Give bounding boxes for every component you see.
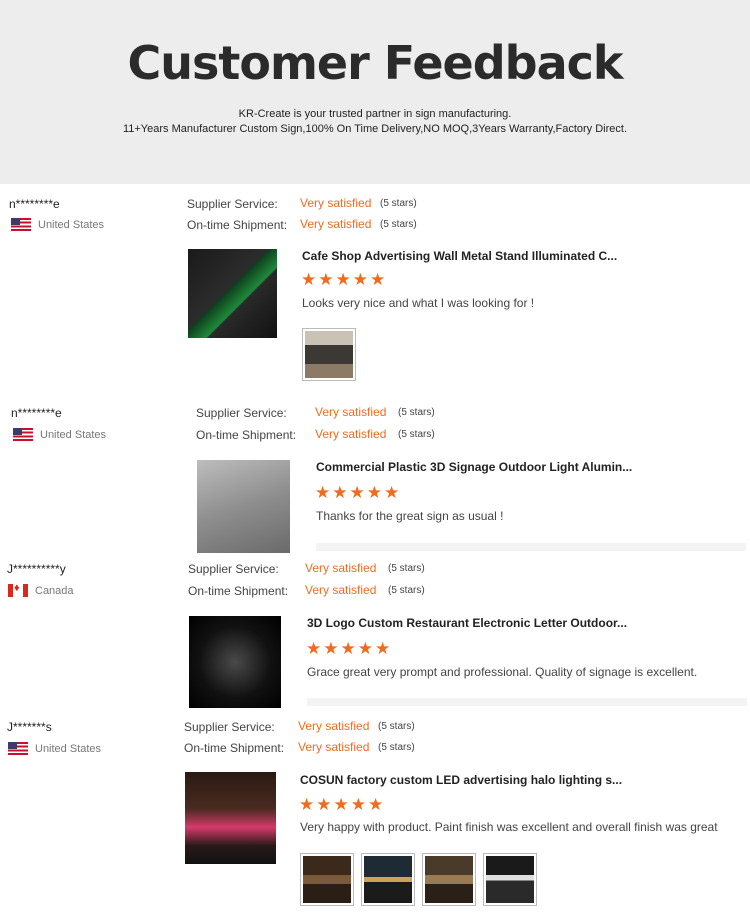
shipment-stars: (5 stars) bbox=[378, 742, 415, 753]
shipment-stars: (5 stars) bbox=[398, 429, 435, 440]
reviewer-country: United States bbox=[11, 218, 104, 231]
review-card: n********e United States Supplier Servic… bbox=[0, 396, 750, 554]
supplier-service-stars: (5 stars) bbox=[380, 198, 417, 209]
star-rating: ★★★★★ bbox=[306, 639, 393, 658]
review-comment: Looks very nice and what I was looking f… bbox=[302, 296, 535, 310]
shipment-stars: (5 stars) bbox=[388, 585, 425, 596]
product-title[interactable]: 3D Logo Custom Restaurant Electronic Let… bbox=[307, 616, 627, 630]
review-divider bbox=[307, 698, 747, 706]
review-card: J*******s United States Supplier Service… bbox=[0, 712, 750, 921]
reviewer-country: United States bbox=[13, 428, 106, 441]
star-rating: ★★★★★ bbox=[299, 795, 386, 814]
country-name: Canada bbox=[35, 584, 74, 597]
review-photo[interactable] bbox=[361, 853, 415, 906]
star-rating: ★★★★★ bbox=[315, 483, 402, 502]
product-image[interactable] bbox=[197, 460, 290, 553]
country-name: United States bbox=[40, 428, 107, 441]
product-image[interactable] bbox=[189, 616, 281, 708]
reviewer-name: n********e bbox=[11, 406, 62, 420]
us-flag-icon bbox=[13, 428, 33, 441]
shipment-rating: Very satisfied bbox=[300, 217, 372, 231]
review-photo[interactable] bbox=[483, 853, 537, 906]
reviewer-country: United States bbox=[8, 742, 101, 755]
product-image[interactable] bbox=[188, 249, 277, 338]
review-photos bbox=[300, 853, 537, 906]
country-name: United States bbox=[35, 742, 102, 755]
product-title[interactable]: Commercial Plastic 3D Signage Outdoor Li… bbox=[316, 460, 632, 474]
shipment-stars: (5 stars) bbox=[380, 219, 417, 230]
review-photo[interactable] bbox=[300, 853, 354, 906]
supplier-service-label: Supplier Service: bbox=[187, 197, 278, 211]
review-card: J**********y Canada Supplier Service: Ve… bbox=[0, 554, 750, 712]
review-comment: Very happy with product. Paint finish wa… bbox=[300, 820, 718, 834]
supplier-service-rating: Very satisfied bbox=[298, 719, 370, 733]
product-title[interactable]: COSUN factory custom LED advertising hal… bbox=[300, 773, 622, 787]
shipment-rating: Very satisfied bbox=[298, 740, 370, 754]
shipment-label: On-time Shipment: bbox=[196, 428, 297, 442]
supplier-service-rating: Very satisfied bbox=[305, 561, 377, 575]
header-features: 11+Years Manufacturer Custom Sign,100% O… bbox=[122, 123, 628, 135]
supplier-service-stars: (5 stars) bbox=[398, 407, 435, 418]
supplier-service-stars: (5 stars) bbox=[388, 563, 425, 574]
supplier-service-label: Supplier Service: bbox=[184, 720, 275, 734]
review-photo[interactable] bbox=[422, 853, 476, 906]
country-name: United States bbox=[38, 218, 105, 231]
shipment-rating: Very satisfied bbox=[305, 583, 377, 597]
supplier-service-label: Supplier Service: bbox=[196, 406, 287, 420]
reviewer-name: J*******s bbox=[7, 720, 52, 734]
shipment-rating: Very satisfied bbox=[315, 427, 387, 441]
supplier-service-stars: (5 stars) bbox=[378, 721, 415, 732]
shipment-label: On-time Shipment: bbox=[184, 741, 285, 755]
review-comment: Grace great very prompt and professional… bbox=[307, 665, 698, 679]
star-rating: ★★★★★ bbox=[301, 270, 388, 289]
reviewer-name: J**********y bbox=[7, 562, 66, 576]
product-title[interactable]: Cafe Shop Advertising Wall Metal Stand I… bbox=[302, 249, 617, 263]
review-card: n********e United States Supplier Servic… bbox=[0, 184, 750, 396]
product-image[interactable] bbox=[185, 772, 276, 864]
reviewer-country: Canada bbox=[8, 584, 74, 597]
review-divider bbox=[316, 543, 746, 551]
review-photos bbox=[302, 328, 356, 381]
us-flag-icon bbox=[11, 218, 31, 231]
page-title: Customer Feedback bbox=[127, 36, 623, 90]
us-flag-icon bbox=[8, 742, 28, 755]
supplier-service-label: Supplier Service: bbox=[188, 562, 279, 576]
supplier-service-rating: Very satisfied bbox=[315, 405, 387, 419]
shipment-label: On-time Shipment: bbox=[187, 218, 288, 232]
canada-flag-icon bbox=[8, 584, 28, 597]
review-photo[interactable] bbox=[302, 328, 356, 381]
supplier-service-rating: Very satisfied bbox=[300, 196, 372, 210]
reviewer-name: n********e bbox=[9, 197, 60, 211]
header-tagline: KR-Create is your trusted partner in sig… bbox=[238, 108, 512, 120]
shipment-label: On-time Shipment: bbox=[188, 584, 289, 598]
page-header: Customer Feedback KR-Create is your trus… bbox=[0, 0, 750, 184]
review-comment: Thanks for the great sign as usual ! bbox=[316, 509, 504, 523]
